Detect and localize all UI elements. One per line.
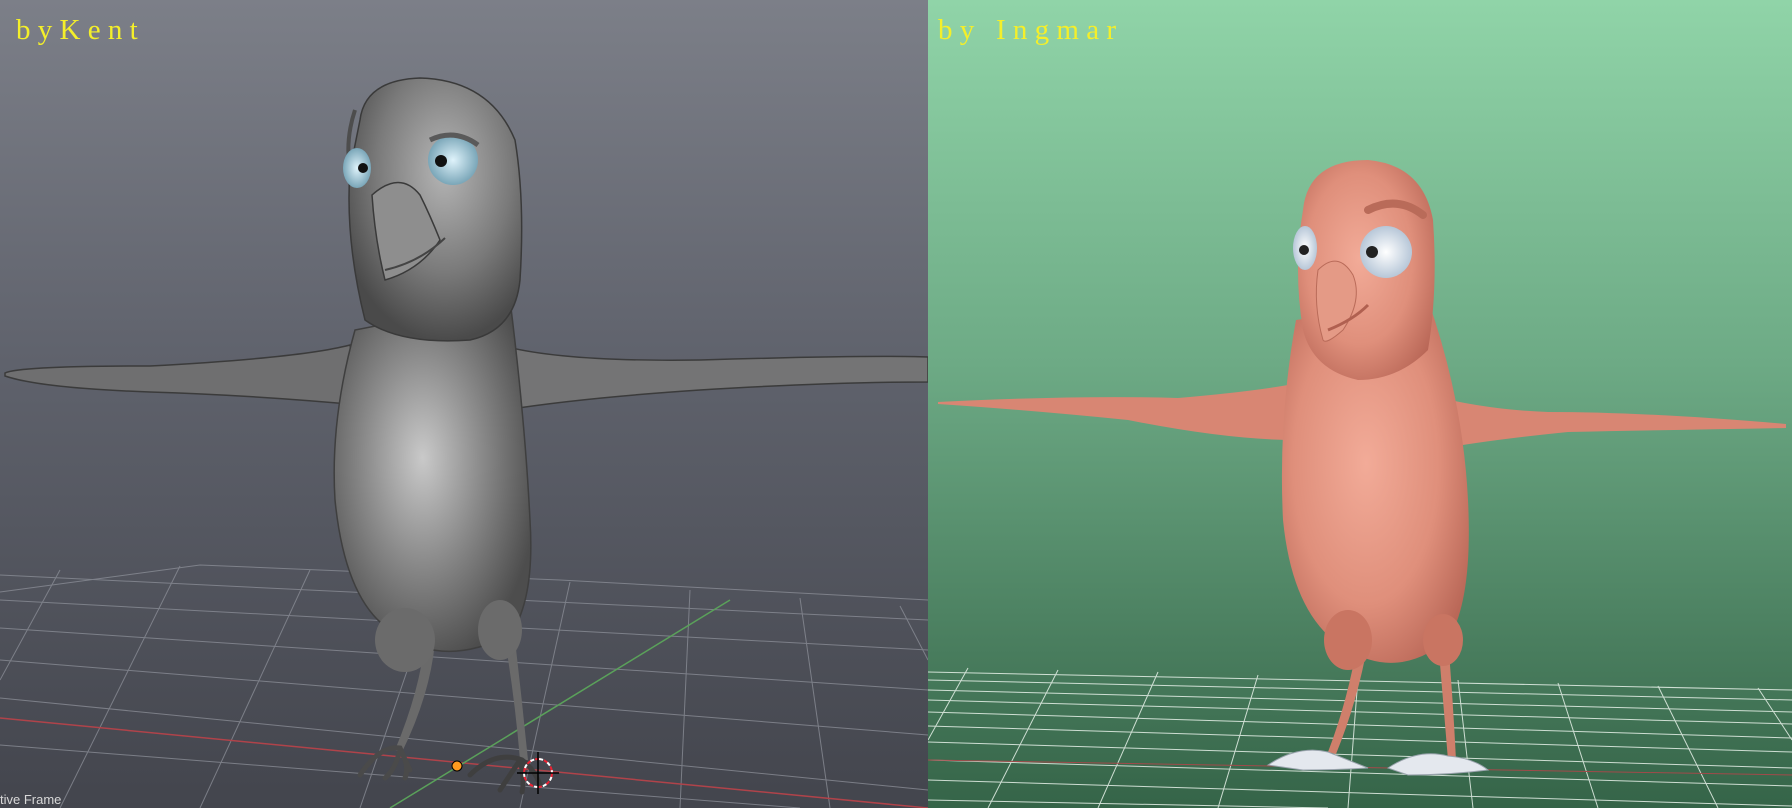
grid-floor xyxy=(928,667,1792,808)
right-scene xyxy=(928,160,1792,808)
left-caption: b y K e n t xyxy=(16,14,138,46)
viewport-right[interactable]: b y I n g m a r xyxy=(928,0,1792,808)
right-caption: b y I n g m a r xyxy=(938,14,1116,46)
viewport-left[interactable]: b y K e n t tive Frame xyxy=(0,0,928,808)
left-scene xyxy=(0,77,928,808)
viewport-status-text: tive Frame xyxy=(0,792,62,807)
origin-point-icon xyxy=(451,760,463,772)
